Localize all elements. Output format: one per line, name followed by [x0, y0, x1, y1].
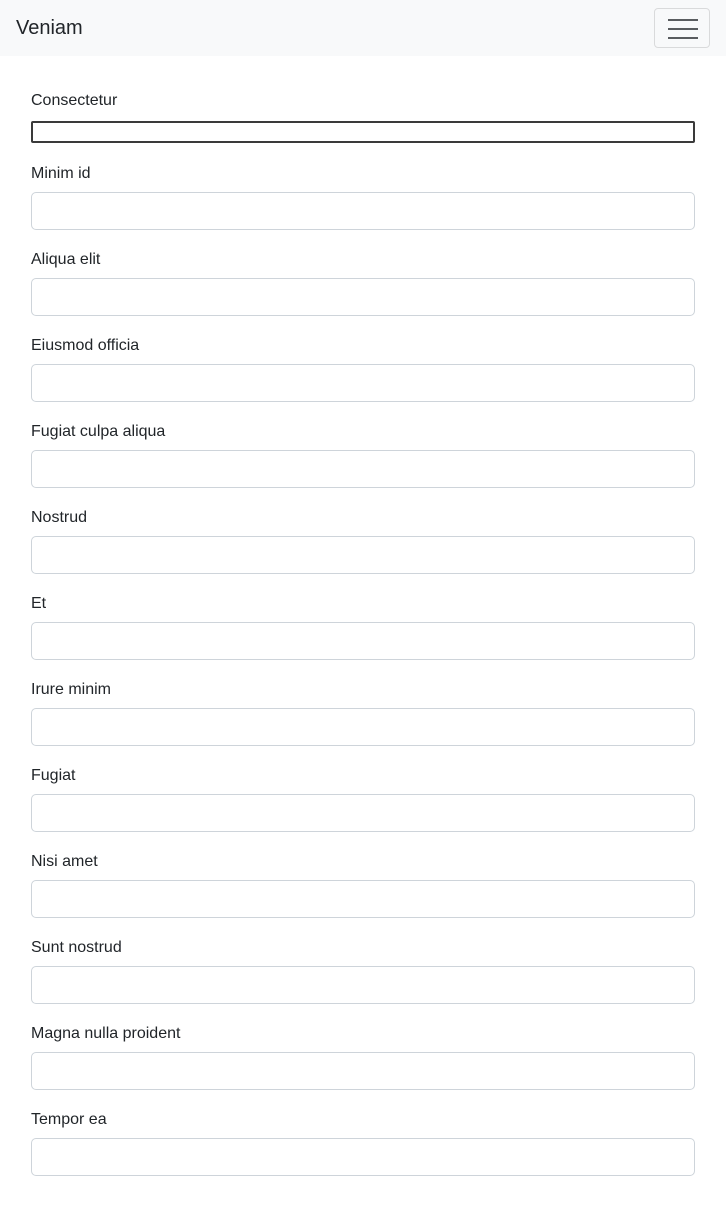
field-label: Irure minim [31, 681, 112, 698]
sunt-nostrud-input[interactable] [31, 966, 695, 1004]
field-label: Minim id [31, 165, 91, 182]
field-label: Consectetur [31, 92, 118, 109]
navbar-toggle-button[interactable] [654, 8, 710, 48]
aliqua-elit-input[interactable] [31, 278, 695, 316]
magna-nulla-proident-input[interactable] [31, 1052, 695, 1090]
tempor-ea-input[interactable] [31, 1138, 695, 1176]
et-input[interactable] [31, 622, 695, 660]
navbar: Veniam [0, 0, 726, 56]
nostrud-input[interactable] [31, 536, 695, 574]
navbar-brand[interactable]: Veniam [16, 15, 83, 41]
field-label: Tempor ea [31, 1111, 107, 1128]
field-label: Et [31, 595, 47, 612]
eiusmod-officia-input[interactable] [31, 364, 695, 402]
fugiat-culpa-aliqua-input[interactable] [31, 450, 695, 488]
field-label: Sunt nostrud [31, 939, 122, 956]
field-label: Nostrud [31, 509, 88, 526]
irure-minim-input[interactable] [31, 708, 695, 746]
minim-id-input[interactable] [31, 192, 695, 230]
field-label: Fugiat [31, 767, 76, 784]
field-label: Magna nulla proident [31, 1025, 181, 1042]
field-label: Nisi amet [31, 853, 98, 870]
hamburger-menu-icon [668, 19, 698, 39]
consectetur-input[interactable] [31, 121, 695, 143]
field-label: Eiusmod officia [31, 337, 140, 354]
field-label: Aliqua elit [31, 251, 101, 268]
field-label: Fugiat culpa aliqua [31, 423, 166, 440]
fugiat-input[interactable] [31, 794, 695, 832]
nisi-amet-input[interactable] [31, 880, 695, 918]
